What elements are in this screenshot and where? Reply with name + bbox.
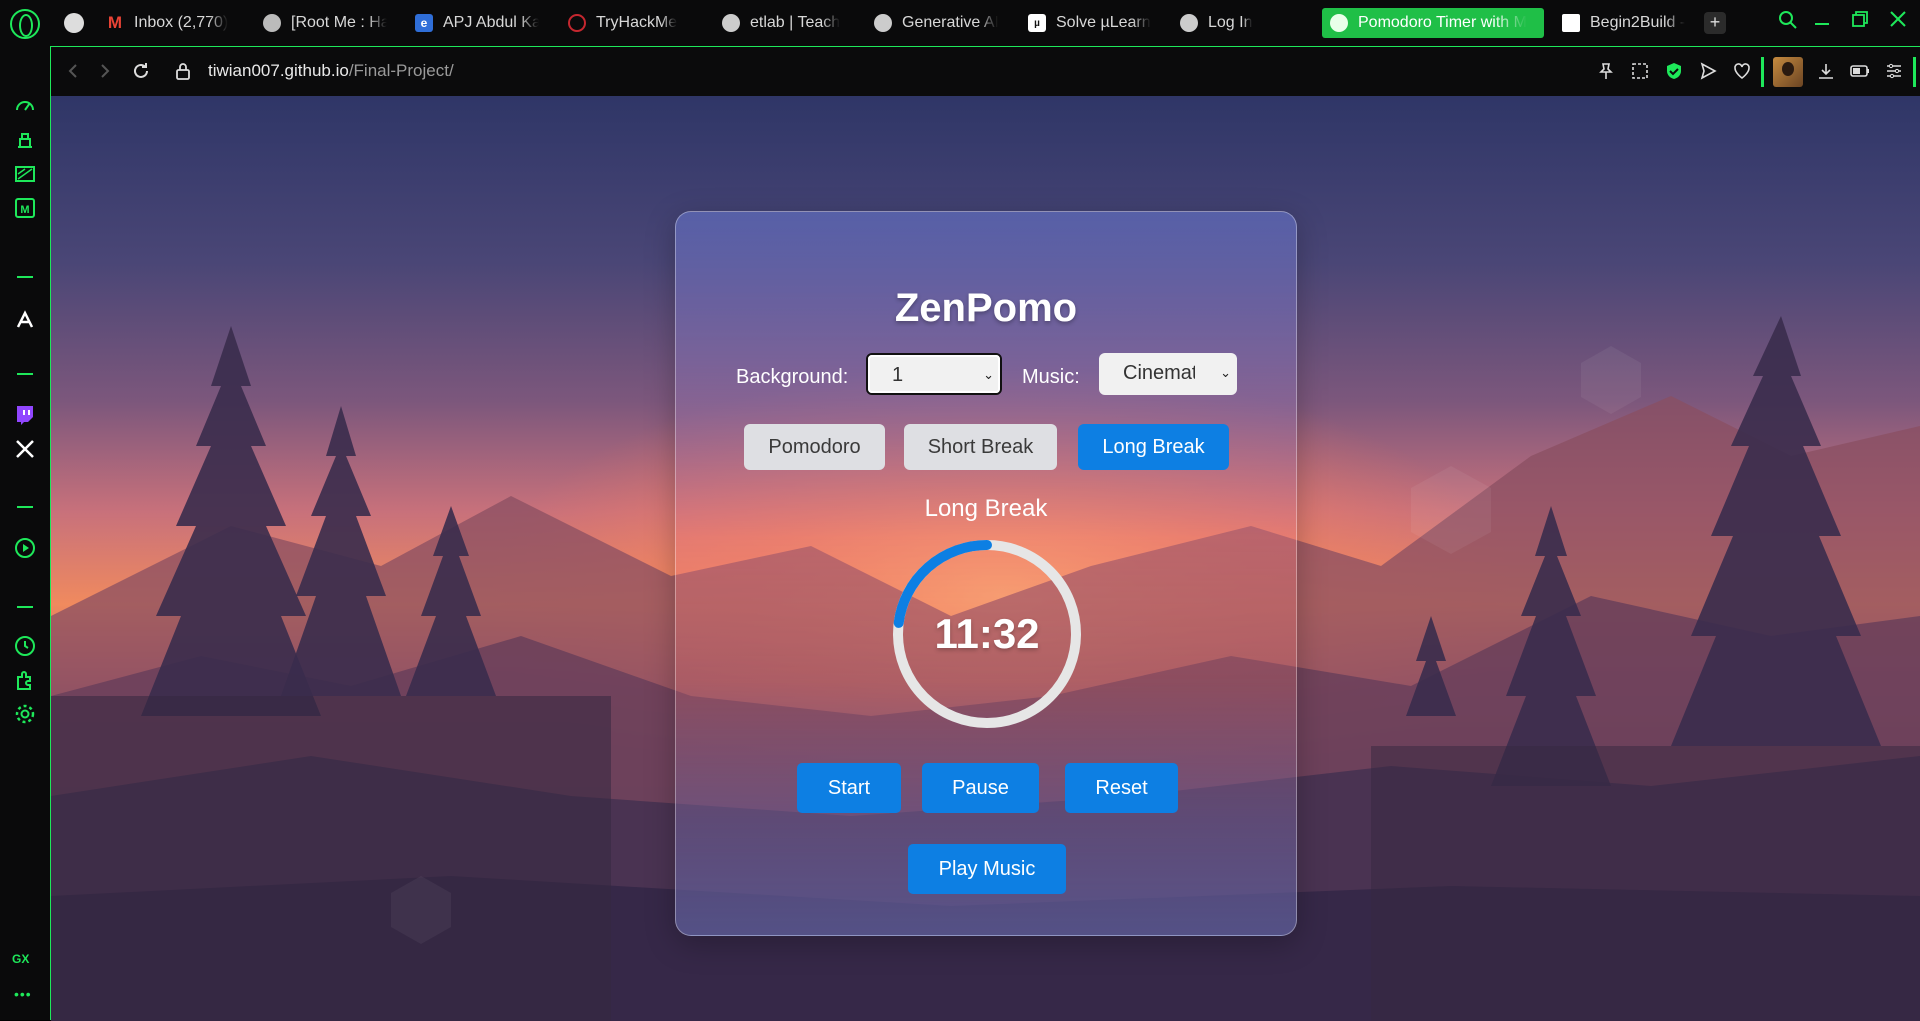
send-icon[interactable] bbox=[1697, 60, 1719, 82]
tryhackme-icon bbox=[568, 14, 586, 32]
page-viewport: ZenPomo Background: 1 ⌄ Music: Cinematic… bbox=[51, 96, 1920, 1021]
gx-control-icon[interactable] bbox=[13, 162, 37, 186]
music-select[interactable]: Cinematic ⌄ bbox=[1099, 353, 1237, 395]
gx-mod-icon[interactable]: M bbox=[13, 196, 37, 220]
tab-mulearn[interactable]: µ Solve µLearn bbox=[1020, 8, 1160, 38]
gmail-icon: M bbox=[107, 13, 123, 32]
tab-tryhackme[interactable]: TryHackMe bbox=[560, 8, 700, 38]
play-music-button[interactable]: Play Music bbox=[908, 844, 1066, 894]
ktu-icon: e bbox=[415, 14, 433, 32]
avatar[interactable] bbox=[1773, 57, 1803, 87]
arc-app-icon[interactable] bbox=[13, 308, 37, 332]
back-icon[interactable] bbox=[61, 59, 85, 83]
player-icon[interactable] bbox=[13, 536, 37, 560]
background-select-value: 1 bbox=[892, 364, 904, 386]
url-field[interactable]: tiwian007.github.io/Final-Project/ bbox=[208, 61, 454, 81]
gx-badge[interactable]: GX bbox=[12, 952, 29, 966]
pause-button[interactable]: Pause bbox=[922, 763, 1039, 813]
history-icon[interactable] bbox=[13, 634, 37, 658]
tab-bar: M Inbox (2,770) [Root Me : Ha e APJ Abdu… bbox=[0, 0, 1920, 46]
tab-login[interactable]: Log In bbox=[1172, 8, 1302, 38]
chevron-down-icon: ⌄ bbox=[1220, 365, 1231, 380]
snapshot-icon[interactable] bbox=[1629, 60, 1651, 82]
tab-gmail[interactable]: M Inbox (2,770) bbox=[98, 8, 238, 38]
tab-generative-ai[interactable]: Generative AI bbox=[866, 8, 1006, 38]
background-select[interactable]: 1 ⌄ bbox=[866, 353, 1002, 395]
tab-ktu[interactable]: e APJ Abdul Ka bbox=[407, 8, 547, 38]
opera-gx-logo-icon[interactable] bbox=[10, 9, 40, 39]
extensions-icon[interactable] bbox=[13, 668, 37, 692]
sidebar-divider bbox=[17, 506, 33, 508]
restore-icon[interactable] bbox=[1846, 10, 1874, 34]
url-host: tiwian007.github.io bbox=[208, 61, 349, 80]
long-break-button[interactable]: Long Break bbox=[1078, 424, 1229, 470]
minimize-icon[interactable] bbox=[1808, 10, 1836, 34]
timer-display: 11:32 bbox=[934, 610, 1040, 657]
reload-icon[interactable] bbox=[129, 59, 153, 83]
pomodoro-mode-button[interactable]: Pomodoro bbox=[744, 424, 885, 470]
mulearn-icon: µ bbox=[1028, 14, 1046, 32]
close-window-icon[interactable] bbox=[1884, 10, 1912, 34]
rootme-icon bbox=[263, 14, 281, 32]
background-label: Background: bbox=[736, 366, 849, 388]
workspace-icon[interactable] bbox=[64, 13, 84, 33]
toolbar-divider bbox=[1913, 57, 1916, 87]
download-icon[interactable] bbox=[1815, 60, 1837, 82]
sidebar-divider bbox=[17, 373, 33, 375]
sidebar-divider bbox=[17, 606, 33, 608]
start-button[interactable]: Start bbox=[797, 763, 901, 813]
chevron-down-icon: ⌄ bbox=[983, 367, 994, 382]
settings-gear-icon[interactable] bbox=[13, 702, 37, 726]
x-twitter-icon[interactable] bbox=[13, 437, 37, 461]
tab-etlab[interactable]: etlab | Teach bbox=[714, 8, 854, 38]
easy-setup-icon[interactable] bbox=[1883, 60, 1905, 82]
app-title: ZenPomo bbox=[894, 286, 1078, 330]
forward-icon[interactable] bbox=[93, 59, 117, 83]
globe-icon bbox=[874, 14, 892, 32]
globe-icon bbox=[1330, 14, 1348, 32]
search-tabs-icon[interactable] bbox=[1774, 10, 1802, 36]
lock-icon[interactable] bbox=[171, 59, 195, 83]
short-break-button[interactable]: Short Break bbox=[904, 424, 1057, 470]
sidebar-divider bbox=[17, 276, 33, 278]
tab-pomodoro-active[interactable]: Pomodoro Timer with M bbox=[1322, 8, 1544, 38]
svg-text:M: M bbox=[20, 204, 29, 216]
music-select-value: Cinematic bbox=[1123, 362, 1195, 384]
tab-begin2build[interactable]: Begin2Build - bbox=[1554, 8, 1694, 38]
reset-button[interactable]: Reset bbox=[1065, 763, 1178, 813]
sidebar: M GX ••• bbox=[0, 46, 50, 1020]
heart-icon[interactable] bbox=[1731, 60, 1753, 82]
speed-dial-icon[interactable] bbox=[13, 94, 37, 118]
pomodoro-card: ZenPomo Background: 1 ⌄ Music: Cinematic… bbox=[675, 211, 1297, 936]
globe-icon bbox=[1180, 14, 1198, 32]
new-tab-button[interactable]: + bbox=[1704, 12, 1726, 34]
address-bar: tiwian007.github.io/Final-Project/ bbox=[51, 47, 1920, 96]
gx-cleaner-icon[interactable] bbox=[13, 128, 37, 152]
url-path: /Final-Project/ bbox=[348, 61, 454, 80]
music-label: Music: bbox=[1022, 366, 1080, 388]
browser-frame: tiwian007.github.io/Final-Project/ ZenPo… bbox=[50, 46, 1920, 1021]
shield-check-icon[interactable] bbox=[1663, 60, 1685, 82]
current-mode-label: Long Break bbox=[924, 495, 1048, 522]
twitch-icon[interactable] bbox=[13, 403, 37, 427]
pin-icon[interactable] bbox=[1595, 60, 1617, 82]
battery-saver-icon[interactable] bbox=[1849, 60, 1871, 82]
toolbar-divider bbox=[1761, 57, 1764, 87]
page-icon bbox=[1562, 14, 1580, 32]
globe-icon bbox=[722, 14, 740, 32]
tab-rootme[interactable]: [Root Me : Ha bbox=[255, 8, 395, 38]
more-options-icon[interactable]: ••• bbox=[14, 986, 32, 1002]
